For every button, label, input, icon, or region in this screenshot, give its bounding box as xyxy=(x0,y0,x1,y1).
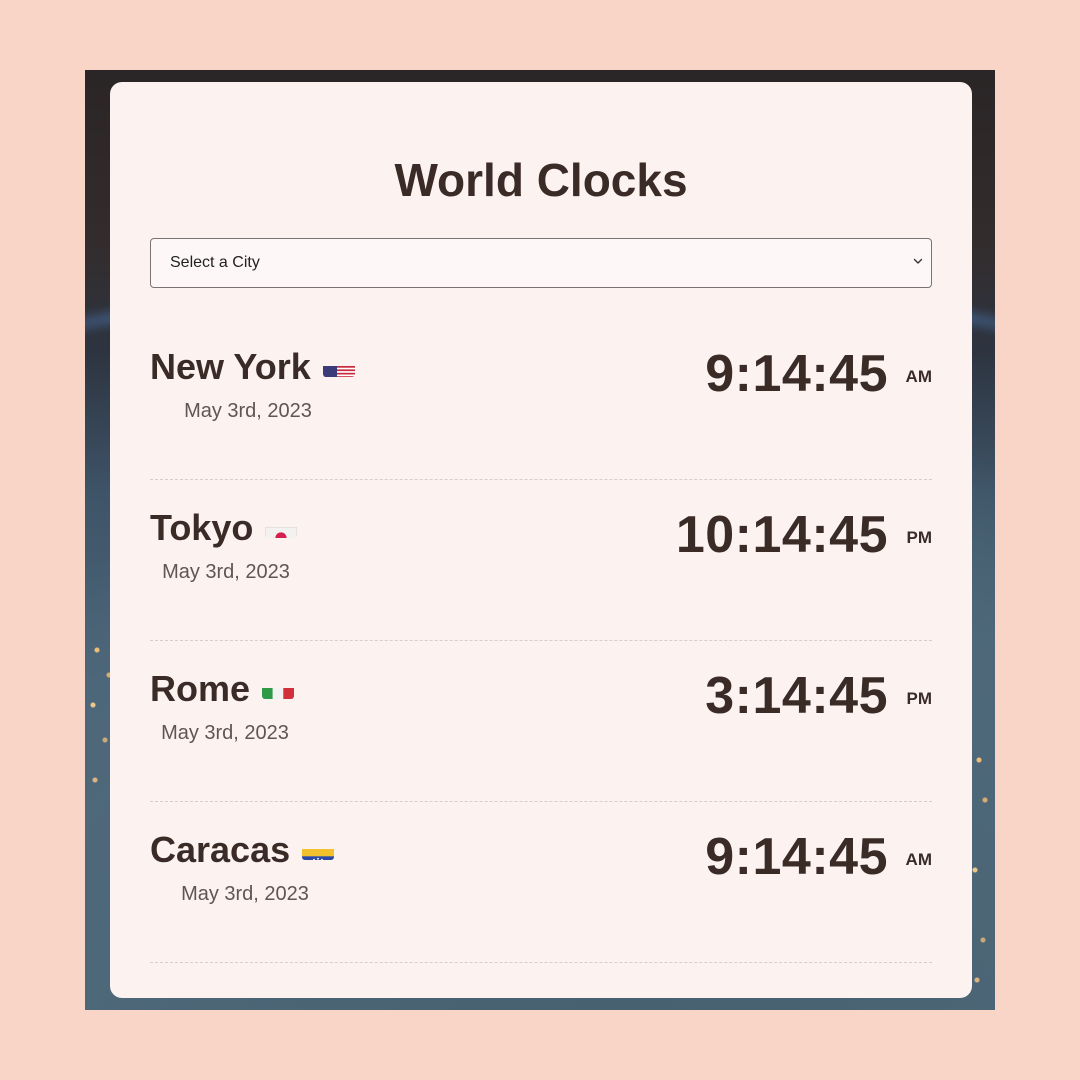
date-label: May 3rd, 2023 xyxy=(162,561,290,583)
city-name: Tokyo xyxy=(150,507,298,549)
page-title: World Clocks xyxy=(394,154,688,206)
time-display: 9:14:45 xyxy=(705,828,888,886)
flag-ve-icon xyxy=(302,838,335,861)
period-label: AM xyxy=(905,850,932,869)
clock-row-tokyo: Tokyo May 3rd, 2023 10:14:45 PM xyxy=(150,481,932,641)
period-label: PM xyxy=(906,528,933,547)
city-label: Caracas xyxy=(150,829,291,870)
clock-row-caracas: Caracas May 3rd, 2023 9:14:45 AM xyxy=(150,803,932,963)
world-clocks-card: World Clocks Select a City New York May … xyxy=(110,82,972,998)
city-select-value: Select a City xyxy=(170,254,260,271)
date-label: May 3rd, 2023 xyxy=(181,883,309,905)
chevron-down-icon xyxy=(913,258,923,264)
period-label: PM xyxy=(906,689,933,708)
time-display: 9:14:45 xyxy=(705,345,888,403)
flag-us-icon xyxy=(322,355,355,378)
clock-list: New York May 3rd, 2023 9:14:45 AM Tokyo … xyxy=(150,320,932,963)
period-label: AM xyxy=(905,367,932,386)
date-label: May 3rd, 2023 xyxy=(184,400,312,422)
city-label: Tokyo xyxy=(150,507,254,548)
clock-row-rome: Rome May 3rd, 2023 3:14:45 PM xyxy=(150,642,932,802)
city-label: New York xyxy=(150,346,311,387)
clock-row-new-york: New York May 3rd, 2023 9:14:45 AM xyxy=(150,320,932,480)
date-label: May 3rd, 2023 xyxy=(161,722,289,744)
city-select[interactable]: Select a City xyxy=(150,238,932,288)
city-name: Rome xyxy=(150,668,295,710)
city-name: Caracas xyxy=(150,829,335,871)
time-display: 10:14:45 xyxy=(675,506,888,564)
flag-it-icon xyxy=(262,677,295,700)
city-label: Rome xyxy=(150,668,251,709)
flag-jp-icon xyxy=(265,516,298,539)
city-name: New York xyxy=(150,346,355,388)
time-display: 3:14:45 xyxy=(705,667,888,725)
